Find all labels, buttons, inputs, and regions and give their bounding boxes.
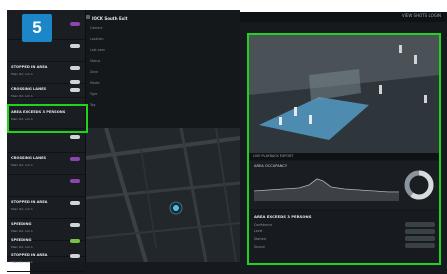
toggle-switch[interactable]: [70, 44, 80, 48]
sidebar-item[interactable]: STOPPED IN AREA Main Rd, Lot A: [7, 250, 85, 272]
sidebar-item[interactable]: [7, 40, 85, 62]
alert-title: AREA EXCEEDS 3 PERSONS: [254, 214, 312, 219]
alert-row: Source: [254, 245, 265, 249]
toggle-switch[interactable]: [70, 201, 80, 205]
detail-row: Zone: [90, 70, 99, 74]
sidebar-item-sub: Main Rd, Lot A: [11, 163, 33, 167]
sidebar-item-sub: Main Rd, Lot A: [11, 94, 33, 98]
detail-row: Status: [90, 59, 101, 63]
alert-action-button[interactable]: [405, 236, 435, 241]
sidebar-item-title: STOPPED IN AREA: [11, 65, 48, 69]
detail-row: Model: [90, 81, 100, 85]
sidebar-item-title: SPEEDING: [11, 222, 32, 226]
occupancy-sparkline: [253, 170, 434, 201]
alert-action-button[interactable]: [405, 222, 435, 227]
step-badge: 5: [22, 14, 52, 42]
detail-row: Location: [90, 37, 104, 41]
toggle-switch[interactable]: [70, 135, 80, 139]
video-frame: [249, 35, 439, 153]
toggle-switch[interactable]: [70, 239, 80, 243]
camera-location-marker[interactable]: [173, 205, 179, 211]
toggle-switch[interactable]: [70, 157, 80, 161]
video-controls[interactable]: LIVE PLAYBACK EXPORT: [249, 153, 439, 160]
toggle-switch[interactable]: [70, 22, 80, 26]
alert-action-button[interactable]: [405, 243, 435, 248]
toggle-switch[interactable]: [70, 223, 80, 227]
toggle-switch[interactable]: [70, 66, 80, 70]
detail-row: Last seen: [90, 48, 106, 52]
occupancy-stats: AREA OCCUPANCY: [249, 161, 439, 209]
sidebar-item[interactable]: [7, 175, 85, 197]
sidebar-item-sub: Main Rd, Lot A: [11, 245, 33, 249]
sidebar-item[interactable]: CROSSING LANES Main Rd, Lot A: [7, 84, 85, 106]
camera-video-feed[interactable]: [249, 35, 439, 153]
sidebar-item-title: CROSSING LANES: [11, 87, 47, 91]
video-controls-label[interactable]: LIVE PLAYBACK EXPORT: [253, 154, 293, 158]
alert-detail-panel: LIVE PLAYBACK EXPORT AREA OCCUPANCY AREA…: [247, 33, 441, 265]
alert-row: Confidence: [254, 223, 272, 227]
street-map[interactable]: [86, 128, 240, 262]
detail-row: Camera: [90, 26, 103, 30]
alert-action-button[interactable]: [405, 229, 435, 234]
camera-icon: [86, 15, 90, 19]
alert-row: Level: [254, 229, 263, 233]
sidebar-item-sub: Main Rd, Lot A: [11, 229, 33, 233]
alerts-sidebar: STOPPED IN AREA Main Rd, Lot A CROSSING L…: [7, 10, 86, 272]
detail-row: Type: [90, 92, 98, 96]
alert-row: Started: [254, 237, 266, 241]
toggle-switch[interactable]: [70, 179, 80, 183]
sidebar-item-sub: Main Rd, Lot A: [11, 260, 33, 264]
sidebar-item-title: CROSSING LANES: [11, 156, 47, 160]
selected-alert-highlight: [7, 104, 88, 133]
sidebar-item[interactable]: CROSSING LANES Main Rd, Lot A: [7, 153, 85, 175]
sidebar-item[interactable]: STOPPED IN AREA Main Rd, Lot A: [7, 197, 85, 219]
camera-title: IOCK South Exit: [92, 16, 128, 21]
sidebar-item-title: STOPPED IN AREA: [11, 200, 48, 204]
alert-info: AREA EXCEEDS 3 PERSONS Confidence Level …: [249, 211, 439, 263]
toggle-switch[interactable]: [70, 88, 80, 92]
map-drawing: [86, 128, 240, 262]
sidebar-item-title: STOPPED IN AREA: [11, 253, 48, 257]
sidebar-item-sub: Main Rd, Lot A: [11, 207, 33, 211]
toggle-switch[interactable]: [70, 254, 80, 258]
detail-row: Tag: [90, 103, 96, 107]
sidebar-item-title: SPEEDING: [11, 238, 32, 242]
camera-detail-panel: IOCK South Exit Camera Location Last see…: [86, 10, 240, 128]
sidebar-item[interactable]: [7, 131, 85, 153]
top-right-menu[interactable]: VIEW SHOTS LOGIN: [402, 13, 441, 18]
